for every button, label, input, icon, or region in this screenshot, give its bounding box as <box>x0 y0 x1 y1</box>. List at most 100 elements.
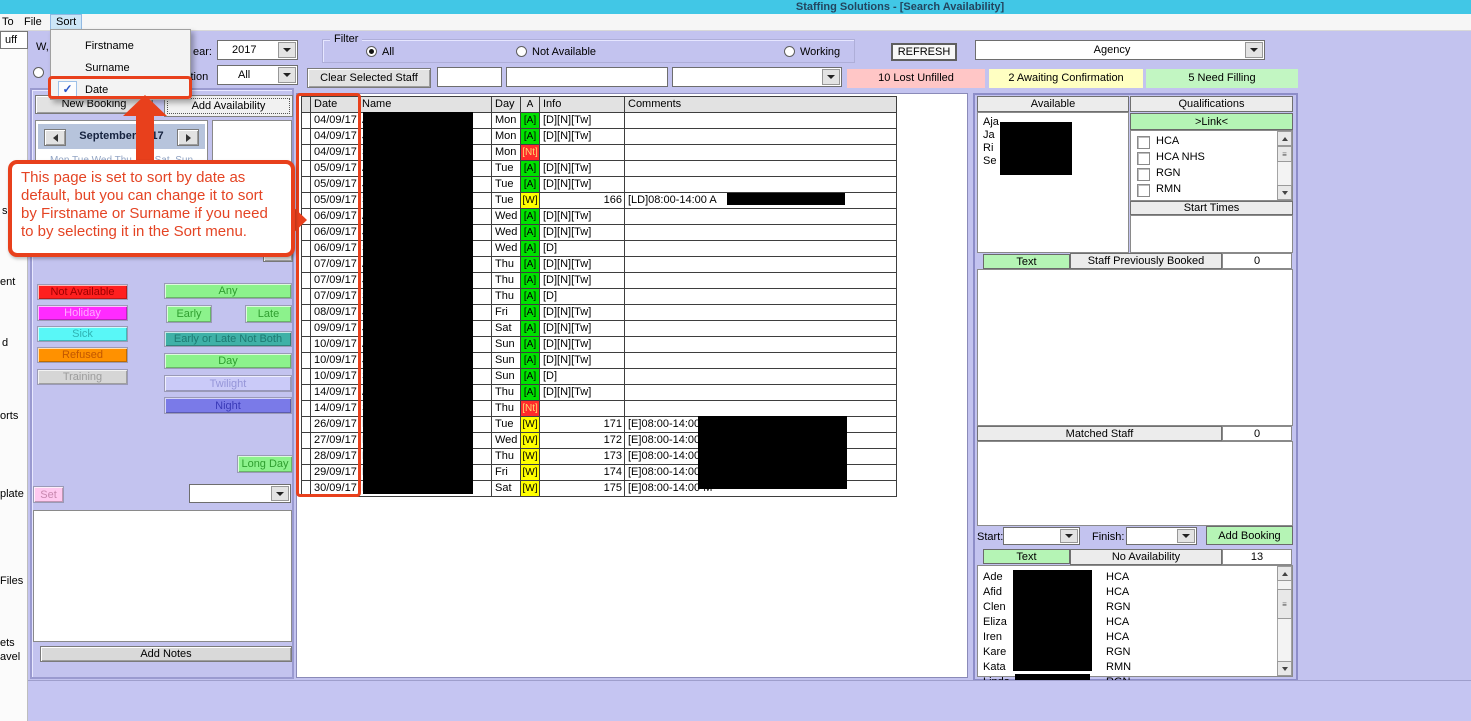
info-text: [D] <box>543 289 557 304</box>
checkbox-icon[interactable] <box>1137 184 1150 197</box>
late-button[interactable]: Late <box>245 305 292 323</box>
checkbox-icon[interactable] <box>1137 168 1150 181</box>
search-input-wide[interactable] <box>506 67 668 87</box>
text-button-2[interactable]: Text <box>983 549 1070 564</box>
radio-all[interactable] <box>366 46 377 57</box>
cell-day: Tue <box>492 161 521 177</box>
finish-label: Finish: <box>1092 531 1124 543</box>
twilight-button[interactable]: Twilight <box>164 375 292 392</box>
ward-dropdown[interactable] <box>672 67 842 87</box>
col-header-a[interactable]: A <box>521 97 540 113</box>
chevron-down-icon[interactable] <box>1060 529 1078 543</box>
year-dropdown[interactable]: 2017 <box>217 40 298 60</box>
cell-day: Thu <box>492 257 521 273</box>
sidebar-fragment: s <box>2 205 8 217</box>
scrollbar-thumb[interactable]: ≡ <box>1277 146 1292 162</box>
early-or-late-button[interactable]: Early or Late Not Both <box>164 331 292 347</box>
notes-listbox[interactable] <box>33 510 292 642</box>
start-time-dropdown[interactable] <box>1003 527 1080 545</box>
selection-dropdown[interactable]: All <box>217 65 298 85</box>
col-header-name[interactable]: Name <box>359 97 492 113</box>
cell-availability: [A] <box>521 369 540 385</box>
cell-comments <box>625 145 897 161</box>
scroll-up-icon[interactable] <box>1277 131 1292 146</box>
chevron-down-icon[interactable] <box>1177 529 1195 543</box>
info-text: [D][N][Tw] <box>543 177 591 192</box>
chevron-down-icon[interactable] <box>822 69 840 85</box>
cell-info: 173 <box>540 449 625 465</box>
qualification-option[interactable]: HCA <box>1131 133 1292 149</box>
set-button[interactable]: Set <box>33 486 64 503</box>
cell-availability: [Nt] <box>521 401 540 417</box>
chevron-down-icon[interactable] <box>278 67 296 83</box>
not-available-button[interactable]: Not Available <box>37 284 128 300</box>
previously-booked-list[interactable] <box>977 269 1293 426</box>
any-shift-button[interactable]: Any <box>164 283 292 299</box>
cutoff-radio[interactable] <box>33 67 44 78</box>
radio-not-available[interactable] <box>516 46 527 57</box>
annotation-date-column-highlight <box>296 93 361 497</box>
redaction-box <box>363 112 473 494</box>
search-input-small[interactable] <box>437 67 502 87</box>
sidebar-fragment: avel <box>0 651 20 663</box>
training-button[interactable]: Training <box>37 369 128 385</box>
staff-qualification: RMN <box>1106 660 1131 675</box>
qualification-option[interactable]: RMN <box>1131 181 1292 197</box>
sidebar-fragment-staff: uff <box>0 31 28 49</box>
text-button[interactable]: Text <box>983 254 1070 269</box>
col-header-day[interactable]: Day <box>492 97 521 113</box>
cell-info: [D] <box>540 289 625 305</box>
cell-day: Sun <box>492 369 521 385</box>
radio-working-label[interactable]: Working <box>800 46 840 58</box>
long-day-button[interactable]: Long Day <box>237 455 293 473</box>
clear-selected-staff-button[interactable]: Clear Selected Staff <box>307 68 431 88</box>
chevron-down-icon[interactable] <box>1245 42 1263 58</box>
radio-not-available-label[interactable]: Not Available <box>532 46 596 58</box>
refresh-button[interactable]: REFRESH <box>891 43 957 61</box>
scroll-down-icon[interactable] <box>1277 185 1292 200</box>
start-times-header: Start Times <box>1130 201 1293 215</box>
scroll-down-icon[interactable] <box>1277 661 1292 676</box>
refused-button[interactable]: Refused <box>37 347 128 363</box>
scroll-up-icon[interactable] <box>1277 566 1292 581</box>
day-shift-button[interactable]: Day <box>164 353 292 369</box>
cutoff-label: W, <box>36 41 49 53</box>
menu-item-file[interactable]: File <box>19 14 47 31</box>
chevron-down-icon[interactable] <box>271 486 289 501</box>
cell-comments <box>625 385 897 401</box>
checkbox-icon[interactable] <box>1137 136 1150 149</box>
radio-working[interactable] <box>784 46 795 57</box>
cell-day: Mon <box>492 113 521 129</box>
annotation-date-menu-highlight <box>48 76 192 99</box>
cell-day: Thu <box>492 273 521 289</box>
qualifications-list[interactable]: HCA HCA NHS RGN RMN <box>1130 130 1293 201</box>
sick-button[interactable]: Sick <box>37 326 128 342</box>
col-header-info[interactable]: Info <box>540 97 625 113</box>
radio-all-label[interactable]: All <box>382 46 394 58</box>
add-notes-button[interactable]: Add Notes <box>40 646 292 662</box>
checkbox-icon[interactable] <box>1137 152 1150 165</box>
sort-menu-item-firstname[interactable]: Firstname <box>85 35 134 57</box>
cell-info: 171 <box>540 417 625 433</box>
qualification-option[interactable]: HCA NHS <box>1131 149 1292 165</box>
no-availability-scrollbar[interactable] <box>1277 566 1292 676</box>
cell-availability: [A] <box>521 385 540 401</box>
col-header-comments[interactable]: Comments <box>625 97 897 113</box>
qualification-option[interactable]: RGN <box>1131 165 1292 181</box>
early-button[interactable]: Early <box>166 305 212 323</box>
agency-dropdown[interactable]: Agency <box>975 40 1265 60</box>
cell-day: Mon <box>492 145 521 161</box>
finish-time-dropdown[interactable] <box>1126 527 1197 545</box>
menu-item-to[interactable]: To <box>0 14 19 31</box>
chevron-down-icon[interactable] <box>278 42 296 58</box>
info-text: [D][N][Tw] <box>543 113 591 128</box>
link-button[interactable]: >Link< <box>1130 113 1293 130</box>
info-text: [D][N][Tw] <box>543 305 591 320</box>
scrollbar-thumb[interactable]: ≡ <box>1277 589 1292 619</box>
matched-staff-list[interactable] <box>977 441 1293 526</box>
info-text: [D][N][Tw] <box>543 209 591 224</box>
night-button[interactable]: Night <box>164 397 292 414</box>
template-dropdown[interactable] <box>189 484 291 503</box>
add-booking-button[interactable]: Add Booking <box>1206 526 1293 545</box>
holiday-button[interactable]: Holiday <box>37 305 128 321</box>
